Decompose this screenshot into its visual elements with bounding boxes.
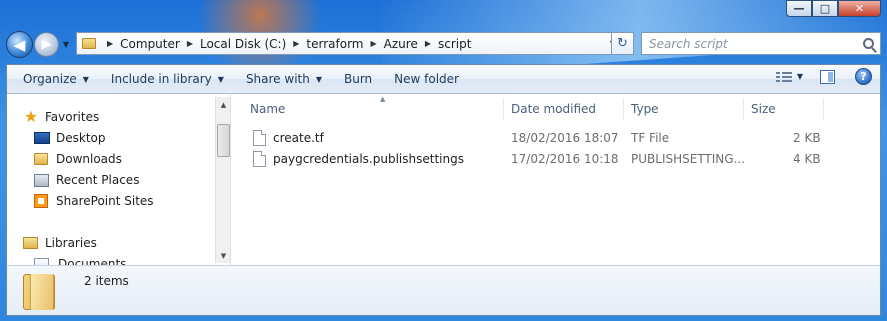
desktop-icon <box>34 132 50 144</box>
chevron-right-icon[interactable]: ▶ <box>371 39 377 48</box>
column-label: Type <box>631 102 659 116</box>
downloads-folder-icon <box>34 153 48 165</box>
nav-label: Libraries <box>45 236 97 250</box>
documents-icon <box>34 258 49 265</box>
column-label: Size <box>751 102 776 116</box>
chevron-down-icon: ▼ <box>82 74 89 84</box>
column-header-type[interactable]: Type <box>624 98 744 120</box>
minimize-button[interactable]: — <box>786 0 812 17</box>
folder-icon <box>82 38 96 49</box>
explorer-window: Organize ▼ Include in library ▼ Share wi… <box>6 64 881 316</box>
navigation-scrollbar[interactable]: ▲ ▼ <box>215 97 230 263</box>
search-icon[interactable] <box>863 38 874 49</box>
nav-label: SharePoint Sites <box>56 194 154 208</box>
file-icon <box>253 151 266 167</box>
caption-buttons: — □ ✕ <box>786 0 881 17</box>
scroll-down-icon[interactable]: ▼ <box>216 248 231 263</box>
command-bar: Organize ▼ Include in library ▼ Share wi… <box>7 65 880 94</box>
file-icon <box>253 130 266 146</box>
file-list: ▲ Name Date modified Type Size create.tf… <box>233 95 880 265</box>
scroll-thumb[interactable] <box>217 124 230 157</box>
breadcrumb-local-disk[interactable]: Local Disk (C:) <box>199 37 287 51</box>
back-button[interactable]: ◀ <box>6 31 33 58</box>
close-button[interactable]: ✕ <box>838 0 881 17</box>
view-controls: ▼ ? <box>775 68 872 85</box>
column-header-date-modified[interactable]: Date modified <box>504 98 624 120</box>
chevron-down-icon[interactable]: ▼ <box>797 72 803 81</box>
change-view-icon[interactable] <box>775 70 792 83</box>
share-with-button[interactable]: Share with ▼ <box>238 68 330 91</box>
new-folder-button[interactable]: New folder <box>386 68 467 91</box>
sort-ascending-icon: ▲ <box>380 95 386 103</box>
nav-label: Documents <box>58 257 127 265</box>
search-input[interactable]: Search script <box>641 32 881 55</box>
navigation-pane: ★ Favorites Desktop Downloads Recent Pla… <box>7 95 231 265</box>
nav-label: Downloads <box>56 152 122 166</box>
item-count: 2 items <box>84 274 129 288</box>
column-label: Date modified <box>511 102 597 116</box>
scroll-up-icon[interactable]: ▲ <box>216 97 231 112</box>
chevron-right-icon[interactable]: ▶ <box>107 39 113 48</box>
breadcrumb-computer[interactable]: Computer <box>119 37 181 51</box>
include-in-library-button[interactable]: Include in library ▼ <box>103 68 232 91</box>
share-with-label: Share with <box>245 72 310 86</box>
chevron-right-icon[interactable]: ▶ <box>293 39 299 48</box>
recent-pages-dropdown[interactable]: ▼ <box>60 37 72 51</box>
refresh-button[interactable]: ↻ <box>611 32 634 55</box>
file-name-cell[interactable]: create.tf <box>253 128 324 148</box>
nav-item-documents[interactable]: Documents <box>34 254 126 265</box>
nav-item-sharepoint-sites[interactable]: SharePoint Sites <box>34 191 154 211</box>
star-icon: ★ <box>23 107 39 126</box>
nav-item-libraries[interactable]: Libraries <box>23 233 97 253</box>
help-icon[interactable]: ? <box>855 68 872 85</box>
organize-label: Organize <box>23 72 77 86</box>
libraries-icon <box>23 237 38 249</box>
file-type: PUBLISHSETTING... <box>631 152 746 166</box>
details-pane: 2 items <box>7 265 880 315</box>
nav-item-recent-places[interactable]: Recent Places <box>34 170 139 190</box>
folder-icon <box>23 274 55 310</box>
sharepoint-icon <box>34 194 48 208</box>
nav-label: Recent Places <box>56 173 140 187</box>
include-in-library-label: Include in library <box>110 72 212 86</box>
maximize-button[interactable]: □ <box>812 0 838 17</box>
nav-item-downloads[interactable]: Downloads <box>34 149 122 169</box>
file-row[interactable]: paygcredentials.publishsettings 17/02/20… <box>233 149 880 169</box>
recent-places-icon <box>34 173 49 187</box>
breadcrumb-script[interactable]: script <box>437 37 472 51</box>
file-date: 18/02/2016 18:07 <box>511 131 619 145</box>
chevron-right-icon[interactable]: ▶ <box>425 39 431 48</box>
preview-pane-icon[interactable] <box>820 69 835 84</box>
organize-button[interactable]: Organize ▼ <box>15 68 97 91</box>
breadcrumb-terraform[interactable]: terraform <box>305 37 364 51</box>
file-size: 4 KB <box>793 152 821 166</box>
column-header-size[interactable]: Size <box>744 98 824 120</box>
breadcrumb-azure[interactable]: Azure <box>383 37 419 51</box>
nav-item-desktop[interactable]: Desktop <box>34 128 106 148</box>
chevron-right-icon[interactable]: ▶ <box>187 39 193 48</box>
column-header-name[interactable]: ▲ Name <box>243 95 504 120</box>
chevron-down-icon: ▼ <box>217 74 224 84</box>
burn-button[interactable]: Burn <box>336 68 380 91</box>
file-name: paygcredentials.publishsettings <box>273 152 464 166</box>
file-name: create.tf <box>273 131 324 145</box>
file-date: 17/02/2016 10:18 <box>511 152 619 166</box>
forward-button[interactable]: ▶ <box>34 32 59 57</box>
file-row[interactable]: create.tf 18/02/2016 18:07 TF File 2 KB <box>233 128 880 148</box>
nav-label: Desktop <box>56 131 106 145</box>
search-placeholder: Search script <box>649 36 728 51</box>
chevron-down-icon: ▼ <box>315 74 322 84</box>
file-type: TF File <box>631 131 670 145</box>
nav-item-favorites[interactable]: ★ Favorites <box>23 107 99 127</box>
file-name-cell[interactable]: paygcredentials.publishsettings <box>253 149 464 169</box>
address-bar[interactable]: ▶ Computer ▶ Local Disk (C:) ▶ terraform… <box>76 32 608 55</box>
file-size: 2 KB <box>793 131 821 145</box>
nav-label: Favorites <box>45 110 100 124</box>
column-label: Name <box>250 102 286 116</box>
navigation-row: ◀ ▶ ▼ ▶ Computer ▶ Local Disk (C:) ▶ ter… <box>0 28 887 60</box>
